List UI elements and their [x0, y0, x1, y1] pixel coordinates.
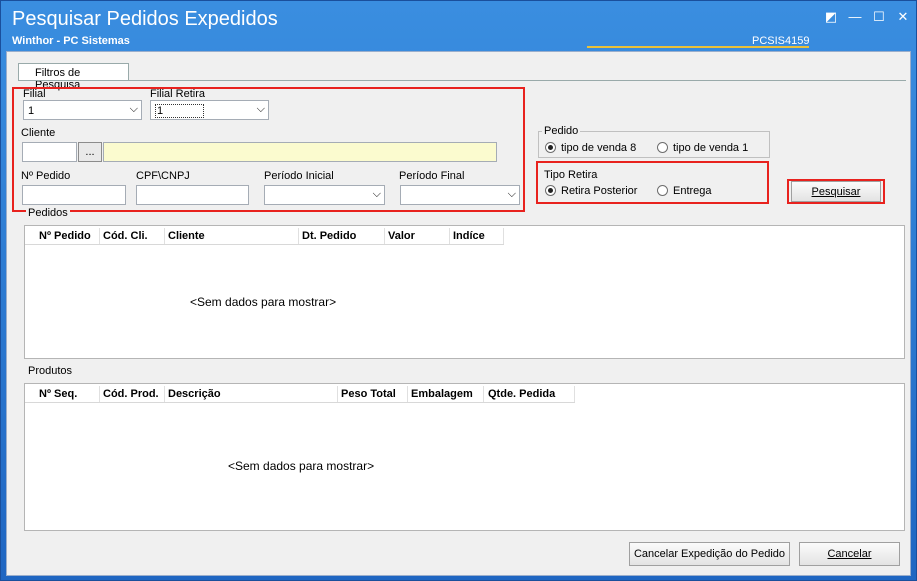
chevron-down-icon: ⌵: [507, 188, 516, 200]
col-header[interactable]: Cód. Cli.: [103, 230, 148, 242]
filial-value: 1: [28, 105, 35, 117]
column-separator: [407, 386, 408, 402]
radio-entrega[interactable]: Entrega: [657, 185, 712, 197]
radio-dot: [657, 185, 668, 196]
cliente-code-input[interactable]: [22, 142, 77, 162]
pedido-num-label: Nº Pedido: [21, 170, 71, 182]
col-header[interactable]: Descrição: [168, 388, 221, 400]
chevron-down-icon: ⌵: [372, 188, 381, 200]
minimize-icon[interactable]: —: [847, 9, 863, 24]
col-header[interactable]: Cliente: [168, 230, 205, 242]
cpf-input[interactable]: [136, 185, 249, 205]
tipo-retira-highlight: [536, 161, 769, 204]
pedidos-empty-text: <Sem dados para mostrar>: [190, 295, 337, 309]
column-separator: [449, 228, 450, 244]
header-divider: [25, 402, 575, 403]
main-window: Pesquisar Pedidos Expedidos Winthor - PC…: [0, 0, 917, 581]
col-header[interactable]: Nº Seq.: [39, 388, 77, 400]
maximize-icon[interactable]: ☐: [871, 9, 887, 25]
radio-tipo-venda-1[interactable]: tipo de venda 1: [657, 142, 748, 154]
col-header[interactable]: Indíce: [453, 230, 485, 242]
col-header[interactable]: Dt. Pedido: [302, 230, 356, 242]
tab-filtros-pesquisa[interactable]: Filtros de Pesquisa: [18, 63, 129, 91]
filial-retira-value: 1: [155, 104, 205, 118]
radio-label: tipo de venda 1: [673, 142, 749, 154]
pedido-group-title: Pedido: [542, 125, 581, 137]
radio-label: Retira Posterior: [561, 185, 638, 197]
tab-divider: [18, 80, 906, 81]
cliente-label: Cliente: [21, 127, 56, 139]
filial-label: Filial: [23, 88, 46, 100]
produtos-title: Produtos: [26, 365, 75, 377]
periodo-final-label: Período Final: [399, 170, 465, 182]
pesquisar-button[interactable]: Pesquisar: [791, 181, 881, 202]
radio-label: tipo de venda 8: [561, 142, 637, 154]
periodo-final-select[interactable]: ⌵: [400, 185, 520, 205]
radio-dot: [545, 185, 556, 196]
column-separator: [337, 386, 338, 402]
window-subtitle: Winthor - PC Sistemas: [12, 35, 130, 47]
pesquisar-label: Pesquisar: [811, 186, 861, 198]
col-header[interactable]: Qtde. Pedida: [488, 388, 555, 400]
column-separator: [298, 228, 299, 244]
radio-retira-posterior[interactable]: Retira Posterior: [545, 185, 637, 197]
column-separator: [99, 228, 100, 244]
cliente-search-button[interactable]: ...: [78, 142, 102, 162]
column-separator: [164, 386, 165, 402]
content-area: Filtros de Pesquisa Filial 1 ⌵ Filial Re…: [6, 51, 911, 576]
restore-mode-icon[interactable]: ◩: [823, 9, 839, 25]
accent-line: [587, 46, 809, 48]
filial-retira-select[interactable]: 1 ⌵: [150, 100, 269, 120]
pedidos-grid[interactable]: Nº Pedido Cód. Cli. Cliente Dt. Pedido V…: [24, 225, 905, 359]
radio-tipo-venda-8[interactable]: tipo de venda 8: [545, 142, 636, 154]
column-separator: [164, 228, 165, 244]
cpf-label: CPF\CNPJ: [136, 170, 190, 182]
close-icon[interactable]: ✕: [895, 9, 911, 25]
filial-select[interactable]: 1 ⌵: [23, 100, 142, 120]
window-title: Pesquisar Pedidos Expedidos: [12, 8, 278, 30]
cliente-name-input[interactable]: [103, 142, 497, 162]
column-separator: [99, 386, 100, 402]
column-separator: [483, 386, 484, 402]
periodo-inicial-select[interactable]: ⌵: [264, 185, 385, 205]
filial-retira-label: Filial Retira: [150, 88, 206, 100]
col-header[interactable]: Embalagem: [411, 388, 473, 400]
column-separator: [503, 228, 504, 244]
tipo-retira-title: Tipo Retira: [544, 169, 598, 181]
column-separator: [574, 386, 575, 402]
periodo-inicial-label: Período Inicial: [264, 170, 334, 182]
radio-dot: [545, 142, 556, 153]
cancelar-expedicao-button[interactable]: Cancelar Expedição do Pedido: [629, 542, 790, 566]
col-header[interactable]: Valor: [388, 230, 415, 242]
pedido-num-input[interactable]: [22, 185, 126, 205]
chevron-down-icon: ⌵: [129, 103, 138, 115]
produtos-grid[interactable]: Nº Seq. Cód. Prod. Descrição Peso Total …: [24, 383, 905, 531]
col-header[interactable]: Peso Total: [341, 388, 396, 400]
radio-label: Entrega: [673, 185, 712, 197]
cancelar-label: Cancelar: [827, 548, 872, 560]
header-divider: [25, 244, 504, 245]
radio-dot: [657, 142, 668, 153]
title-bar: Pesquisar Pedidos Expedidos Winthor - PC…: [1, 1, 916, 51]
produtos-empty-text: <Sem dados para mostrar>: [228, 459, 375, 473]
column-separator: [384, 228, 385, 244]
cancelar-button[interactable]: Cancelar: [799, 542, 900, 566]
col-header[interactable]: Nº Pedido: [39, 230, 91, 242]
pedidos-title: Pedidos: [26, 207, 70, 219]
chevron-down-icon: ⌵: [256, 103, 265, 115]
col-header[interactable]: Cód. Prod.: [103, 388, 159, 400]
